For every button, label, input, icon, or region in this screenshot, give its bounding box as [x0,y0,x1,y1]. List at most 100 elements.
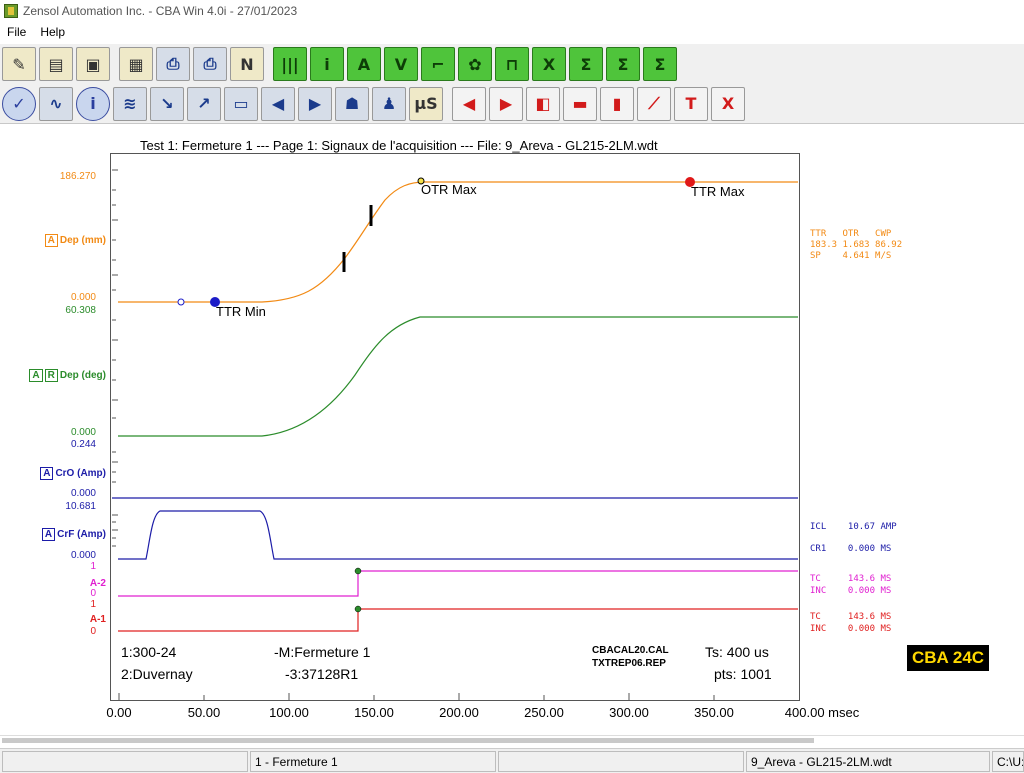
crf-max: 10.681 [65,501,96,512]
curve-arrow-red-button[interactable]: ↘ [150,86,184,121]
red-arrow-right-button[interactable]: ▶ [489,86,523,121]
pulse-button[interactable]: ⊓ [495,47,529,81]
horizontal-scrollbar[interactable] [0,735,1024,745]
multi-wave-icon: ≋ [123,94,137,113]
channel-crf[interactable]: A CrF (Amp) [41,528,106,541]
info-button[interactable]: i [76,86,110,121]
ruler-vertical-button[interactable]: ▮ [600,86,634,121]
a2-inc-value: INC 0.000 MS [810,586,892,596]
red-arrow-left-button[interactable]: ◀ [452,86,486,121]
printer-button[interactable]: ⎙ [156,47,190,81]
scrollbar-thumb[interactable] [2,738,814,743]
step-wave-icon: ⌐ [431,54,445,74]
step-wave-button[interactable]: ⌐ [421,47,455,81]
sigma-button[interactable]: Σ [643,47,677,81]
info-line2-mid: -3:37128R1 [285,666,359,682]
info-circle-button[interactable]: i [310,47,344,81]
plot-title: Test 1: Fermeture 1 --- Page 1: Signaux … [140,138,658,153]
pulse-icon: ⊓ [505,54,519,74]
x-tick-250: 250.00 [524,705,564,720]
split-view-button[interactable]: ◧ [526,86,560,121]
sigma-wave-button[interactable]: Σ [569,47,603,81]
magic-wand-button[interactable]: ✎ [2,47,36,81]
sample-time: Ts: 400 us [705,644,769,660]
ammeter-icon: A [357,54,371,74]
gear-icon: ✿ [468,54,482,74]
text-tool-icon: T [685,94,697,113]
point-count: pts: 1001 [714,666,772,682]
toolbar-secondary: ✓ ∿ i ≋ ↘ ↗ ▭ ◀ ▶ ☗ ♟ µS ◀ ▶ ◧ ▬ ▮ ⟋ T X [0,84,1024,124]
split-view-icon: ◧ [535,94,551,113]
red-arrow-right-icon: ▶ [499,94,513,113]
cro-min: 0.000 [70,488,96,499]
dep-mm-max: 186.270 [59,171,96,182]
menu-file[interactable]: File [0,25,33,39]
voltmeter-button[interactable]: V [384,47,418,81]
status-pane-empty-1 [2,751,248,772]
ammeter-button[interactable]: A [347,47,381,81]
excel-icon: X [542,54,556,74]
channel-dep-mm[interactable]: A Dep (mm) [44,234,106,247]
text-tool-button[interactable]: T [674,86,708,121]
curve-arrow-red-icon: ↘ [160,94,174,113]
a1-low: 0 [90,626,96,637]
open-folder-button[interactable]: ▤ [39,47,73,81]
sigma-wave-icon: Σ [580,54,592,74]
channel-cro[interactable]: A CrO (Amp) [40,467,106,480]
crf-box: A [41,528,56,541]
check-circle-button[interactable]: ✓ [2,86,36,121]
print-preview-button[interactable]: N [230,47,264,81]
cro-max: 0.244 [70,439,96,450]
excel-button[interactable]: X [532,47,566,81]
multi-runner-button[interactable]: ♟ [372,86,406,121]
arrow-right-button[interactable]: ▶ [298,86,332,121]
table-window-button[interactable]: ▭ [224,86,258,121]
curve-chart-button[interactable]: ⟋ [637,86,671,121]
title-bar: Zensol Automation Inc. - CBA Win 4.0i - … [0,0,1024,22]
runner-button[interactable]: ☗ [335,86,369,121]
curve-arrow-green-button[interactable]: ↗ [187,86,221,121]
cal-file: CBACAL20.CAL [592,645,669,656]
plot-frame[interactable] [110,153,800,701]
info-circle-icon: i [324,54,330,74]
dep-mm-box: A [44,234,58,247]
report-button[interactable]: ▦ [119,47,153,81]
cro-box: A [40,467,54,480]
crf-min: 0.000 [70,550,96,561]
channels-button[interactable]: ||| [273,47,307,81]
sigma-slope-button[interactable]: Σ [606,47,640,81]
x-tick-300: 300.00 [609,705,649,720]
x-tick-50: 50.00 [187,705,221,720]
multi-wave-button[interactable]: ≋ [113,86,147,121]
waveform-button[interactable]: ∿ [39,86,73,121]
dep-deg-label: Dep (deg) [59,370,106,381]
ruler-horizontal-icon: ▬ [572,94,588,113]
app-icon [4,4,18,18]
multi-runner-icon: ♟ [381,94,397,113]
ruler-horizontal-button[interactable]: ▬ [563,86,597,121]
print-preview-icon: N [240,54,254,74]
red-arrow-left-icon: ◀ [462,94,476,113]
x-tick-150: 150.00 [354,705,394,720]
cro-label: CrO (Amp) [55,468,106,479]
channel-a1[interactable]: A-1 [90,614,106,625]
arrow-left-icon: ◀ [271,94,285,113]
x-tick-350: 350.00 [694,705,734,720]
menu-bar: File Help [0,22,1024,42]
toolbar-main: ✎ ▤ ▣ ▦ ⎙ ⎙ N ||| i A V ⌐ ✿ ⊓ X Σ Σ Σ [0,44,1024,84]
timer-us-icon: µS [414,94,438,113]
excel-red-button[interactable]: X [711,86,745,121]
printer-stack-button[interactable]: ⎙ [193,47,227,81]
arrow-right-icon: ▶ [308,94,322,113]
gear-button[interactable]: ✿ [458,47,492,81]
ruler-vertical-icon: ▮ [612,94,622,113]
save-disk-button[interactable]: ▣ [76,47,110,81]
info-icon: i [90,94,96,113]
arrow-left-button[interactable]: ◀ [261,86,295,121]
voltmeter-icon: V [394,54,408,74]
magic-wand-icon: ✎ [12,54,26,74]
speed-value: SP 4.641 M/S [810,251,892,261]
channel-dep-deg[interactable]: A R Dep (deg) [29,369,106,382]
menu-help[interactable]: Help [33,25,72,39]
timer-us-button[interactable]: µS [409,86,443,121]
